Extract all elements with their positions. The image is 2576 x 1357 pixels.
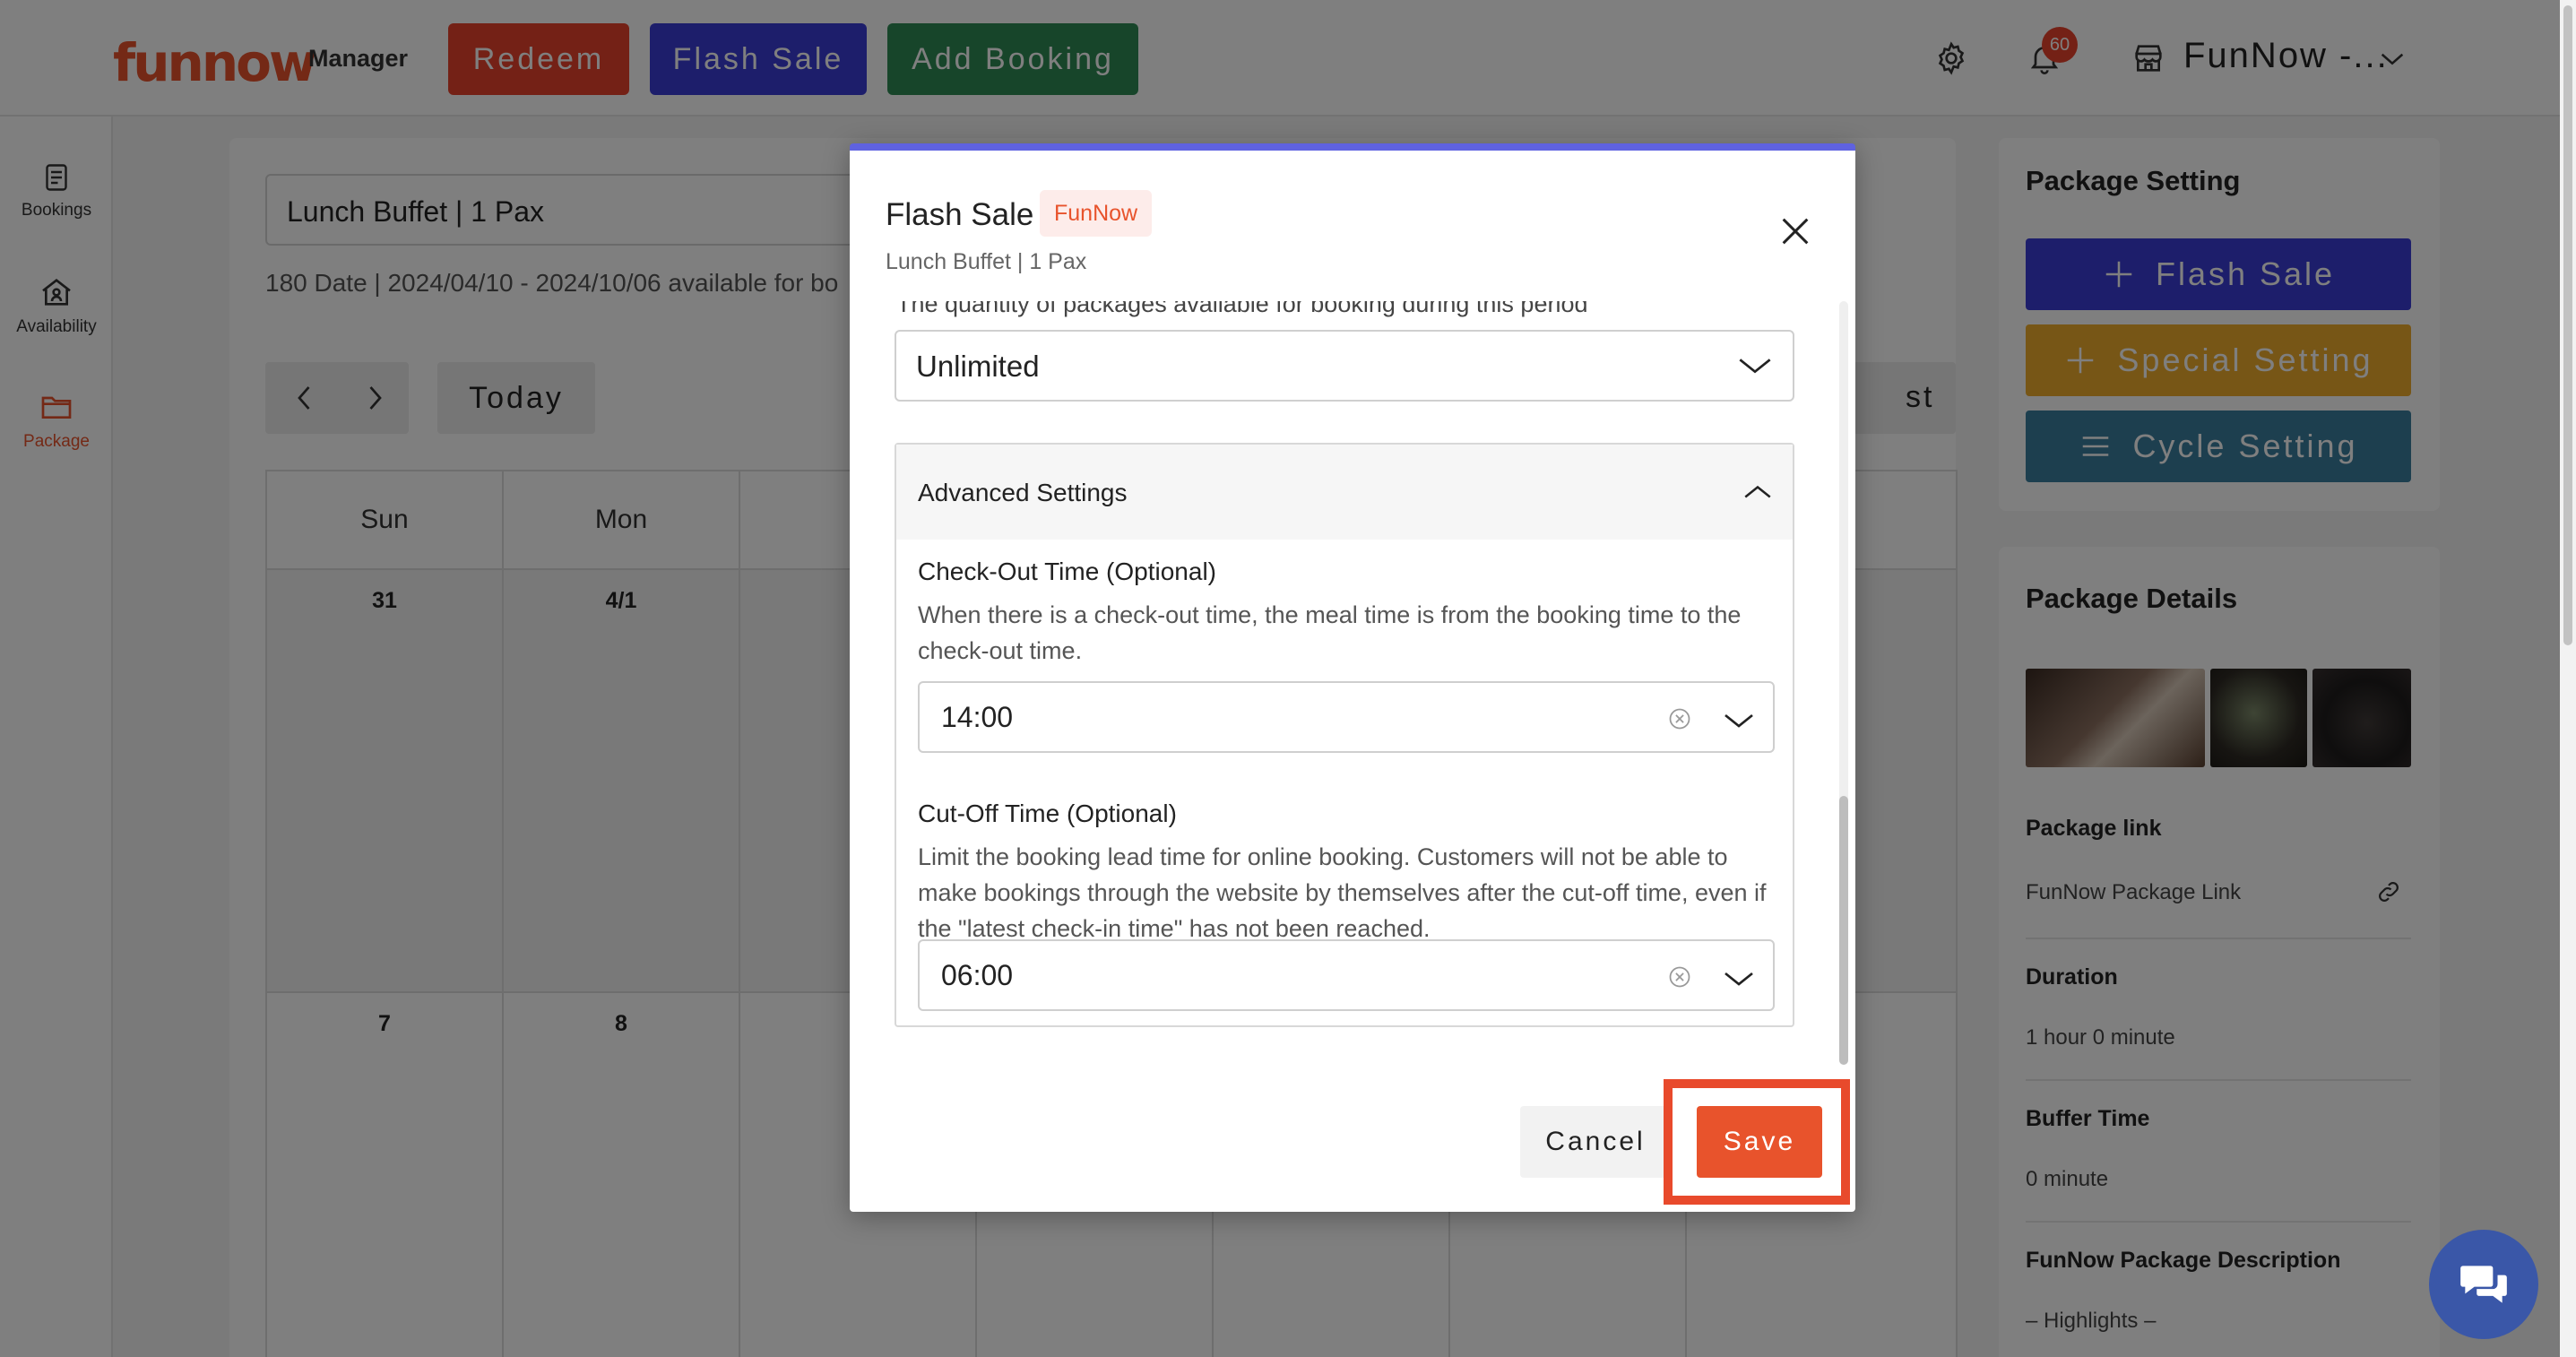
cutoff-time-select[interactable]: 06:00	[918, 939, 1775, 1011]
quantity-select-value: Unlimited	[916, 350, 1040, 383]
page-scrollbar-thumb[interactable]	[2563, 5, 2572, 645]
checkout-time-select[interactable]: 14:00	[918, 681, 1775, 753]
channel-tag: FunNow	[1040, 190, 1153, 237]
flash-sale-modal: Flash Sale FunNow Lunch Buffet | 1 Pax T…	[850, 143, 1855, 1212]
checkout-time-help: When there is a check-out time, the meal…	[918, 601, 1742, 664]
quantity-help-text: The quantity of packages available for b…	[896, 301, 1588, 317]
modal-title: Flash Sale	[886, 197, 1034, 232]
close-icon[interactable]	[1777, 213, 1813, 249]
advanced-settings-header[interactable]: Advanced Settings	[896, 445, 1793, 540]
chevron-down-icon	[1725, 972, 1753, 986]
checkout-time-value: 14:00	[941, 701, 1014, 733]
checkout-time-label: Check-Out Time (Optional)	[918, 557, 1216, 585]
chat-support-button[interactable]	[2429, 1230, 2538, 1339]
chevron-down-icon	[1739, 359, 1771, 374]
quantity-select[interactable]: Unlimited	[895, 330, 1794, 402]
advanced-settings-panel: Advanced Settings Check-Out Time (Option…	[895, 443, 1794, 1027]
cutoff-time-help: Limit the booking lead time for online b…	[918, 843, 1767, 942]
chevron-up-icon	[1744, 485, 1771, 498]
chat-icon	[2460, 1266, 2507, 1303]
advanced-settings-title: Advanced Settings	[918, 479, 1128, 506]
cancel-button[interactable]: Cancel	[1520, 1106, 1671, 1178]
clear-icon[interactable]	[1667, 706, 1692, 731]
page-scrollbar[interactable]	[2560, 0, 2576, 1357]
modal-body: The quantity of packages available for b…	[850, 301, 1855, 1188]
modal-scrollbar-thumb[interactable]	[1839, 796, 1848, 1065]
cutoff-time-label: Cut-Off Time (Optional)	[918, 800, 1177, 827]
clear-icon[interactable]	[1667, 964, 1692, 990]
modal-subtitle: Lunch Buffet | 1 Pax	[886, 249, 1087, 274]
chevron-down-icon	[1725, 713, 1753, 728]
cutoff-time-value: 06:00	[941, 959, 1014, 991]
save-button[interactable]: Save	[1697, 1106, 1822, 1178]
